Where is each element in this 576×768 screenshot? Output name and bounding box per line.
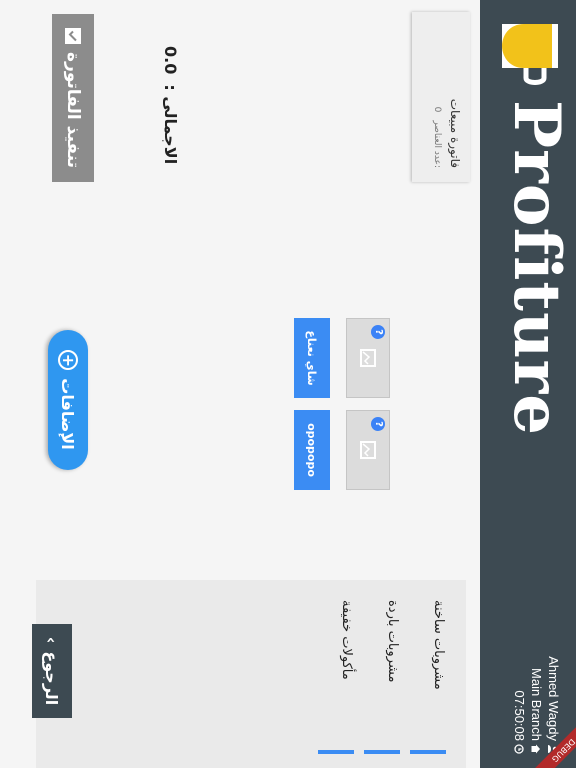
user-info: Ahmed Wagdy Main Branch 07:50:08 (511, 624, 562, 754)
category-indicator (318, 750, 354, 754)
product-name-button[interactable]: شاي نعناع (294, 318, 330, 398)
category-indicator (364, 750, 400, 754)
category-indicator (410, 750, 446, 754)
invoice-card[interactable]: فاتورة مبيعات 0 عدد العناصر: (412, 12, 470, 182)
product-thumbnail[interactable]: ? (346, 318, 390, 398)
product-name-button[interactable]: opopopo (294, 410, 330, 490)
plus-circle-icon: + (58, 350, 78, 371)
clock-icon (514, 744, 525, 754)
total-value: 0.0 (161, 46, 180, 75)
execute-invoice-label: تنفيذ الفاتورة (63, 52, 83, 168)
total-label: الاجمالى : (161, 84, 180, 165)
screen: Profiture Ahmed Wagdy Main Branch 07:50: (0, 0, 576, 768)
help-icon[interactable]: ? (371, 325, 385, 339)
brand-name: Profiture (499, 100, 574, 436)
chevron-left-icon: ‹ (42, 636, 62, 644)
item-count-label: عدد العناصر: (432, 120, 442, 168)
brand-logo: Profiture (488, 18, 574, 436)
category-label: مشروبات باردة (385, 600, 400, 683)
category-item-snacks[interactable]: مأكولات خفيفة (318, 600, 354, 754)
category-item-hot-drinks[interactable]: مشروبات ساخنة (410, 600, 446, 754)
help-icon[interactable]: ? (371, 417, 385, 431)
invoice-item-count: 0 عدد العناصر: (432, 107, 442, 168)
category-label: مأكولات خفيفة (339, 600, 354, 680)
category-item-cold-drinks[interactable]: مشروبات باردة (364, 600, 400, 754)
product-thumbnail[interactable]: ? (346, 410, 390, 490)
product-card[interactable]: ? opopopo (250, 410, 390, 490)
app-root: Profiture Ahmed Wagdy Main Branch 07:50: (0, 0, 576, 768)
cup-logo-icon (502, 24, 558, 85)
back-label: الرجوع (42, 651, 62, 706)
item-count-value: 0 (432, 106, 442, 113)
invoice-title: فاتورة مبيعات (448, 98, 462, 168)
image-placeholder-icon (360, 441, 376, 459)
product-card[interactable]: ? شاي نعناع (250, 318, 390, 398)
additions-button[interactable]: + الإضافات (48, 330, 88, 470)
current-time: 07:50:08 (512, 690, 527, 741)
app-header: Profiture Ahmed Wagdy Main Branch 07:50: (480, 0, 576, 768)
additions-label: الإضافات (58, 378, 78, 450)
user-name: Ahmed Wagdy (546, 656, 561, 741)
time-row: 07:50:08 (511, 624, 528, 754)
user-name-row: Ahmed Wagdy (545, 624, 562, 754)
execute-invoice-button[interactable]: تنفيذ الفاتورة (52, 14, 94, 182)
category-label: مشروبات ساخنة (431, 600, 446, 690)
check-icon (65, 28, 81, 45)
branch-row: Main Branch (528, 624, 545, 754)
branch-name: Main Branch (529, 668, 544, 741)
invoice-total: الاجمالى : 0.0 (161, 46, 180, 164)
categories-panel: مشروبات ساخنة مشروبات باردة مأكولات خفيف… (36, 580, 466, 768)
image-placeholder-icon (360, 349, 376, 367)
home-icon (532, 744, 541, 754)
back-button[interactable]: ‹ الرجوع (32, 624, 72, 718)
